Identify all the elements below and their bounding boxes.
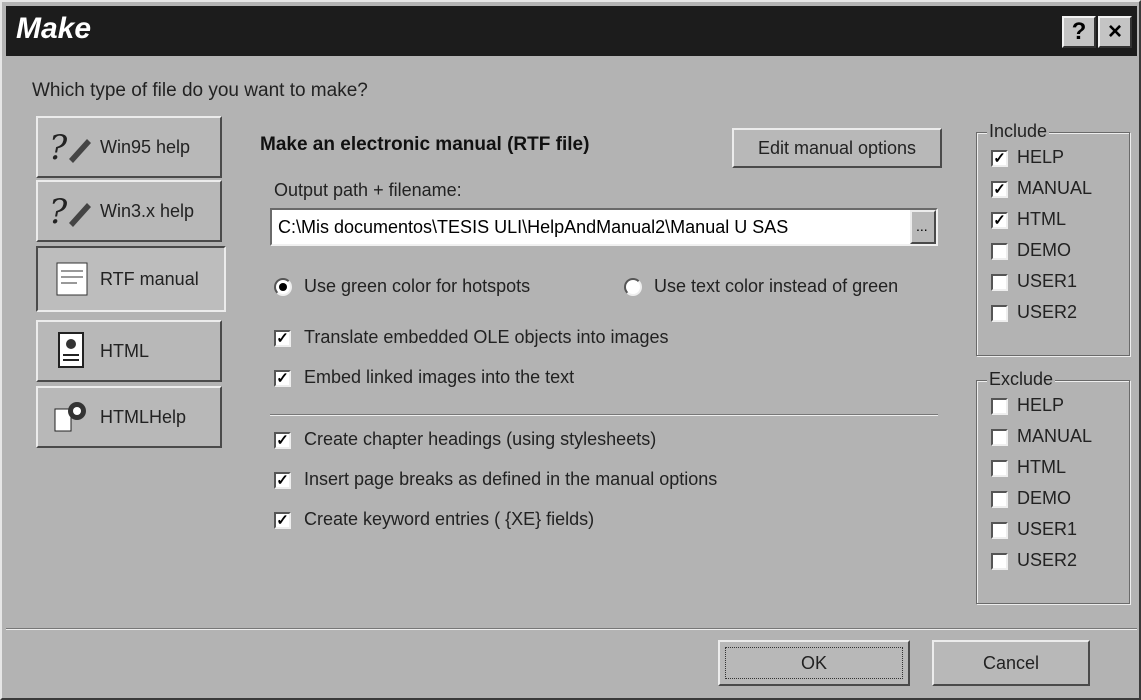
help-pen-icon: ? [42,125,100,169]
chapter-headings-checkbox[interactable]: ✓ [274,432,291,449]
htmlhelp-label: HTMLHelp [100,406,187,427]
embed-images-checkbox[interactable]: ✓ [274,370,291,387]
title-bar: Make ? × [6,6,1137,56]
win95-help-button[interactable]: ? Win95 help [36,116,222,178]
include-html-checkbox[interactable]: ✓ [991,212,1008,229]
cancel-button[interactable]: Cancel [932,640,1090,686]
exclude-label: Exclude [987,369,1056,390]
close-button[interactable]: × [1098,16,1132,48]
page-breaks-label: Insert page breaks as defined in the man… [304,469,718,489]
output-path-field[interactable]: C:\Mis documentos\TESIS ULI\HelpAndManua… [270,208,938,246]
green-hotspots-radio[interactable] [274,278,292,296]
svg-text:?: ? [49,128,68,167]
make-dialog: Make ? × Which type of file do you want … [0,0,1141,700]
page-breaks-checkbox[interactable]: ✓ [274,472,291,489]
help-button[interactable]: ? [1062,16,1096,48]
output-path-value: C:\Mis documentos\TESIS ULI\HelpAndManua… [278,217,789,237]
chapter-headings-label: Create chapter headings (using styleshee… [304,429,657,449]
exclude-help-checkbox[interactable] [991,398,1008,415]
window-title: Make [16,12,92,45]
browse-button[interactable]: ... [910,210,936,244]
exclude-user1-checkbox[interactable] [991,522,1008,539]
include-user1-checkbox[interactable] [991,274,1008,291]
exclude-user2-checkbox[interactable] [991,553,1008,570]
win3x-help-label: Win3.x help [100,200,195,221]
win95-help-label: Win95 help [100,136,191,157]
embed-images-label: Embed linked images into the text [304,367,575,387]
browse-label: ... [916,218,928,234]
win3x-help-button[interactable]: ? Win3.x help [36,180,222,242]
exclude-demo-checkbox[interactable] [991,491,1008,508]
include-group: Include ✓ HELP ✓ MANUAL ✓ HTML DEMO USER1 U… [976,121,1130,356]
rtf-manual-label: RTF manual [100,268,199,289]
include-label: Include [987,121,1050,142]
htmlhelp-button[interactable]: HTMLHelp [36,386,222,448]
help-pen-icon: ? [42,189,100,233]
output-path-label: Output path + filename: [274,180,462,200]
include-help-checkbox[interactable]: ✓ [991,150,1008,167]
include-user2-checkbox[interactable] [991,305,1008,322]
question-label: Which type of file do you want to make? [32,80,368,101]
html-page-icon [42,329,100,373]
footer-separator [6,628,1137,630]
htmlhelp-icon [42,395,100,439]
separator [270,414,938,416]
green-hotspots-label: Use green color for hotspots [304,276,531,296]
exclude-html-checkbox[interactable] [991,460,1008,477]
edit-manual-options-button[interactable]: Edit manual options [732,128,942,168]
translate-ole-label: Translate embedded OLE objects into imag… [304,327,669,347]
translate-ole-checkbox[interactable]: ✓ [274,330,291,347]
svg-text:?: ? [49,192,68,231]
ok-button[interactable]: OK [718,640,910,686]
include-manual-checkbox[interactable]: ✓ [991,181,1008,198]
rtf-document-icon [42,257,100,301]
exclude-manual-checkbox[interactable] [991,429,1008,446]
section-heading: Make an electronic manual (RTF file) [260,134,590,155]
html-button[interactable]: HTML [36,320,222,382]
keyword-entries-label: Create keyword entries ( {XE} fields) [304,509,595,529]
include-demo-checkbox[interactable] [991,243,1008,260]
keyword-entries-checkbox[interactable]: ✓ [274,512,291,529]
text-color-radio[interactable] [624,278,642,296]
html-label: HTML [100,340,149,361]
rtf-manual-button[interactable]: RTF manual [36,246,226,312]
exclude-group: Exclude HELP MANUAL HTML DEMO USER1 USER… [976,369,1130,604]
text-color-label: Use text color instead of green [654,276,899,296]
